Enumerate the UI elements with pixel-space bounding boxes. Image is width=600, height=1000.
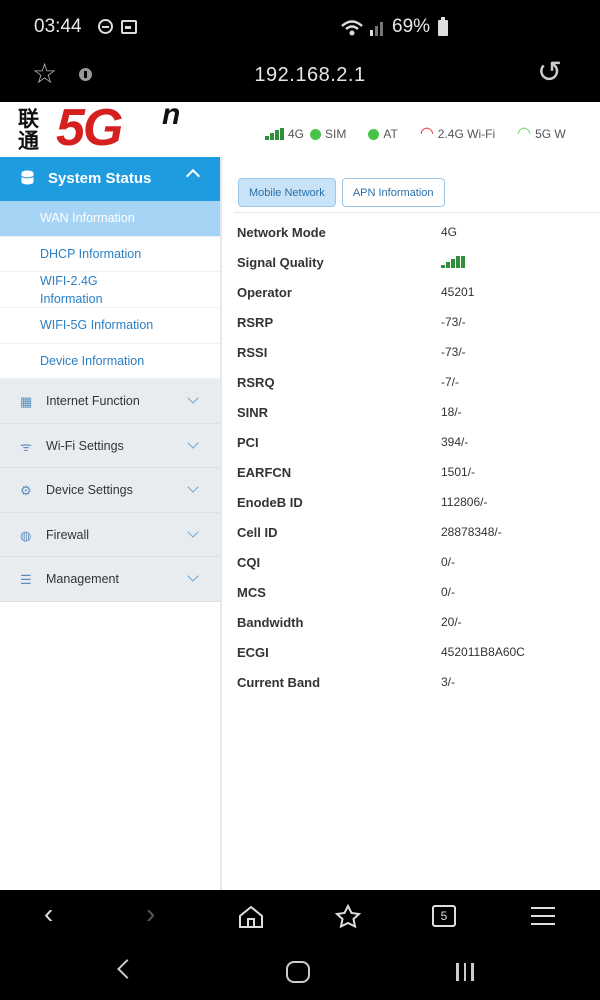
content-tabs: Mobile Network APN Information [238,178,445,207]
sidebar-item-dhcp-information[interactable]: DHCP Information [0,237,220,272]
signal-bars-icon [265,128,284,140]
chevron-down-icon [187,481,199,493]
chevron-down-icon [187,570,199,582]
table-row: Cell ID 28878348/- [237,524,502,540]
tab-divider [234,212,600,213]
sidebar-item-device-information[interactable]: Device Information [0,344,220,379]
browser-url-bar: ☆ 192.168.2.1 ↺ [0,56,600,102]
sidebar-group-firewall[interactable]: ◍ Firewall [0,512,220,557]
sidebar-item-wan-information[interactable]: WAN Information [0,201,220,237]
forward-arrow-icon[interactable]: › [146,900,155,928]
table-row: Network Mode 4G [237,224,458,240]
sidebar-item-wifi24-information[interactable]: WIFI-2.4G Information [0,272,220,308]
table-row: PCI 394/- [237,434,469,450]
logo-chinese-text: 联通 [18,106,39,153]
table-row: Bandwidth 20/- [237,614,462,630]
logo-superscript: n [162,102,181,131]
nav-home-icon[interactable] [286,961,310,983]
reload-icon[interactable]: ↺ [537,58,562,88]
sim-indicator: SIM [310,127,346,141]
sidebar-item-wifi5-information[interactable]: WIFI-5G Information [0,308,220,344]
table-row: Signal Quality [237,247,597,277]
wifi-signal-icon [341,20,383,36]
main-content: Mobile Network APN Information Network M… [224,157,600,890]
chevron-down-icon [187,436,199,449]
url-field[interactable]: 192.168.2.1 [0,64,600,87]
wifi-icon: ᯤ [20,438,32,454]
tabs-button[interactable]: 5 [432,905,456,927]
chevron-down-icon [187,525,199,538]
home-icon[interactable] [237,904,265,930]
gear-icon: ⚙ [20,483,32,498]
sidebar-section-system-status[interactable]: System Status [0,157,220,201]
chevron-up-icon [185,168,201,184]
table-row: Operator 45201 [237,284,475,300]
database-icon [21,170,34,185]
battery-percent: 69% [392,16,431,37]
wifi5-indicator: ◠ 5G W [517,125,566,142]
page-header: 联通 5G n 4G SIM AT ◠ 2.4G Wi-Fi ◠ 5G W [0,102,600,157]
battery-icon [438,17,448,36]
system-nav-bar [0,946,600,1000]
table-row: CQI 0/- [237,554,456,570]
grid-icon: ▦ [20,394,33,409]
wifi-red-icon: ◠ [419,125,434,142]
table-row: EARFCN 1501/- [237,464,476,480]
sim-status-dot-icon [310,128,322,140]
at-status-dot-icon [368,128,380,140]
logo-5g: 5G [56,102,123,157]
dnd-icon [98,19,113,34]
tab-mobile-network[interactable]: Mobile Network [238,178,336,207]
sliders-icon: ☰ [20,572,32,587]
globe-icon: ◍ [20,527,32,543]
table-row: EnodeB ID 112806/- [237,494,488,510]
table-row: Current Band 3/- [237,674,456,690]
wifi24-indicator: ◠ 2.4G Wi-Fi [419,125,496,142]
status-time: 03:44 [34,16,82,37]
sidebar-group-internet-function[interactable]: ▦ Internet Function [0,379,220,424]
sidebar-group-management[interactable]: ☰ Management [0,557,220,602]
table-row: SINR 18/- [237,404,462,420]
tab-apn-information[interactable]: APN Information [341,178,445,207]
nav-back-icon[interactable] [117,959,137,979]
at-indicator: AT [368,127,398,141]
table-row: ECGI 452011B8A60C [237,644,525,660]
signal-quality-icon [441,256,465,268]
nav-recents-icon[interactable] [456,963,474,981]
table-row: MCS 0/- [237,584,456,600]
wifi-green-icon: ◠ [517,125,532,142]
web-page: 联通 5G n 4G SIM AT ◠ 2.4G Wi-Fi ◠ 5G W Sy… [0,102,600,890]
notification-icon [121,20,137,34]
sidebar-group-device-settings[interactable]: ⚙ Device Settings [0,468,220,513]
info-table: Network Mode 4G Signal Quality Operator 45… [237,217,597,697]
sidebar: System Status WAN Information DHCP Infor… [0,157,222,890]
back-arrow-icon[interactable]: ‹ [44,900,53,928]
table-row: RSRQ -7/- [237,374,459,390]
bookmarks-icon[interactable] [334,903,364,931]
chevron-down-icon [187,392,199,404]
status-bar: 03:44 69% [0,0,600,56]
table-row: RSSI -73/- [237,344,466,360]
browser-toolbar: ‹ › 5 [0,890,600,946]
sidebar-group-wifi-settings[interactable]: ᯤ Wi-Fi Settings [0,423,220,468]
network-indicator: 4G [265,127,304,141]
table-row: RSRP -73/- [237,314,466,330]
menu-icon[interactable] [531,907,555,931]
header-status-indicators: 4G SIM AT ◠ 2.4G Wi-Fi ◠ 5G W [265,125,588,142]
